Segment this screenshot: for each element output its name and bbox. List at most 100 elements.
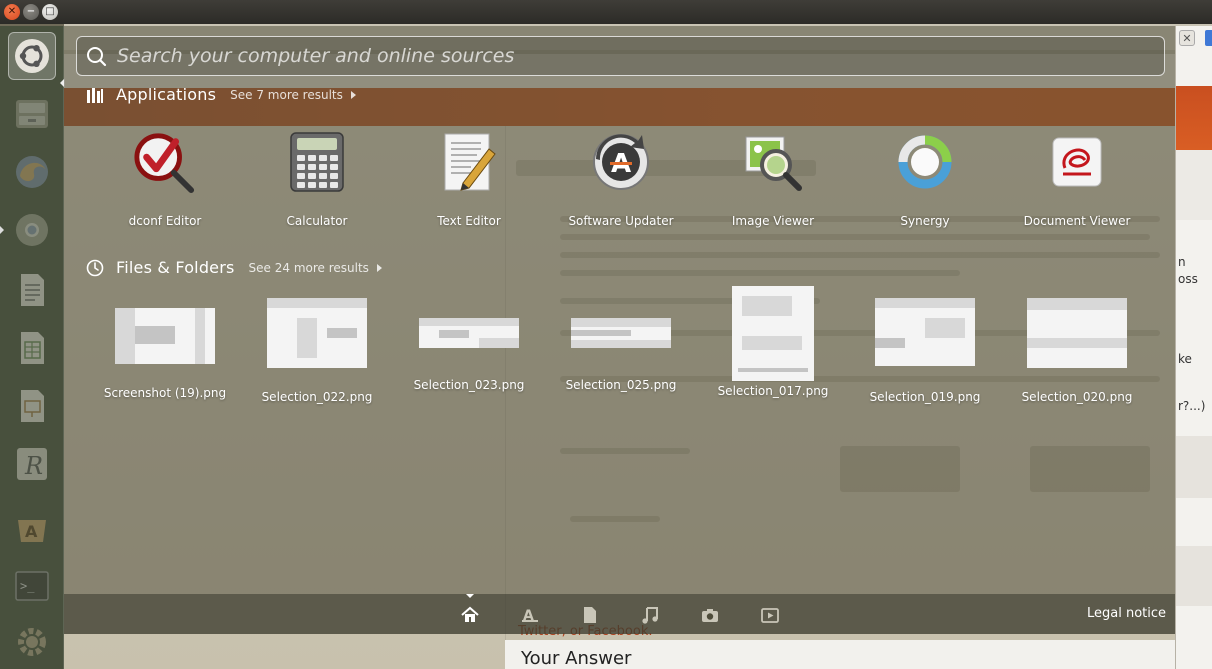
firefox-launcher[interactable] [8, 148, 56, 196]
file-label: Selection_022.png [261, 390, 373, 404]
home-icon [461, 606, 479, 622]
lens-home[interactable] [459, 604, 481, 626]
sidebar-box [1176, 546, 1212, 606]
app-tile-calculator[interactable]: Calculator [241, 130, 393, 228]
applications-category-icon [87, 87, 103, 103]
snippet-text: r?...) [1178, 399, 1206, 413]
document-writer-icon [21, 274, 44, 306]
file-tile[interactable]: Selection_020.png [1001, 298, 1153, 404]
top-panel [0, 0, 1212, 24]
presentation-icon [21, 390, 44, 422]
google-tab-icon[interactable] [1205, 30, 1212, 46]
snippet-text: n [1178, 255, 1186, 269]
app-tile-synergy[interactable]: Synergy [849, 130, 1001, 228]
running-indicator-icon [0, 226, 4, 234]
software-center-launcher[interactable]: A [8, 502, 56, 550]
clock-icon [86, 259, 104, 276]
files-more-link[interactable]: See 24 more results [249, 261, 369, 275]
file-thumbnail [732, 286, 814, 381]
close-window-button[interactable]: ✕ [4, 4, 20, 20]
app-tile-dconf-editor[interactable]: dconf Editor [89, 130, 241, 228]
minimize-window-button[interactable]: − [23, 4, 39, 20]
gear-icon [18, 628, 46, 656]
dconf-editor-icon [133, 130, 197, 194]
ubuntu-logo-icon [15, 39, 49, 73]
software-updater-icon: A [589, 130, 653, 194]
minimize-icon: − [26, 6, 36, 17]
writer-launcher[interactable] [8, 266, 56, 314]
window-controls: ✕ − □ [4, 4, 58, 22]
text-editor-icon [437, 130, 501, 194]
search-input[interactable] [117, 37, 1164, 75]
dash-search-box[interactable] [76, 36, 1165, 76]
file-tile[interactable]: Selection_022.png [241, 298, 393, 404]
answer-heading: Your Answer [521, 648, 632, 669]
terminal-icon: >_ [15, 571, 49, 601]
calc-launcher[interactable] [8, 324, 56, 372]
more-arrow-icon [350, 90, 356, 99]
app-label: Software Updater [568, 214, 674, 228]
impress-launcher[interactable] [8, 382, 56, 430]
file-label: Screenshot (19).png [103, 386, 227, 400]
file-thumbnail [571, 318, 671, 348]
document-viewer-icon [1045, 130, 1109, 194]
sidebar-box [1176, 150, 1212, 220]
legal-notice-link[interactable]: Legal notice [1087, 606, 1166, 621]
camera-icon [702, 609, 718, 622]
file-tile[interactable]: Selection_017.png [697, 286, 849, 398]
file-tile[interactable]: Selection_025.png [545, 300, 697, 392]
video-icon [761, 608, 779, 623]
calculator-icon [285, 130, 349, 194]
file-label: Selection_023.png [413, 378, 525, 392]
active-lens-indicator-icon [466, 594, 474, 598]
applications-title: Applications [116, 85, 217, 104]
files-header: Files & Folders See 24 more results [86, 258, 382, 277]
music-note-icon [642, 607, 658, 624]
lens-music[interactable] [639, 604, 661, 626]
app-tile-software-updater[interactable]: A Software Updater [545, 130, 697, 228]
chrome-launcher[interactable] [8, 206, 56, 254]
file-thumbnail [875, 298, 975, 366]
app-tile-text-editor[interactable]: Text Editor [393, 130, 545, 228]
files-title: Files & Folders [116, 258, 235, 277]
more-arrow-icon [376, 263, 382, 272]
close-icon: ✕ [7, 6, 17, 17]
maximize-window-button[interactable]: □ [42, 4, 58, 20]
app-label: Calculator [286, 214, 348, 228]
svg-text:>_: >_ [20, 579, 35, 593]
tab-close-icon[interactable]: ✕ [1179, 30, 1195, 46]
file-tile[interactable]: Selection_023.png [393, 300, 545, 392]
app-label: Text Editor [437, 214, 501, 228]
file-label: Selection_017.png [717, 384, 829, 398]
app-label: dconf Editor [128, 214, 202, 228]
file-cabinet-icon [16, 100, 48, 128]
snippet-text: oss [1178, 272, 1198, 286]
file-label: Selection_020.png [1021, 390, 1133, 404]
firefox-icon [16, 156, 48, 188]
applications-more-link[interactable]: See 7 more results [230, 88, 343, 102]
svg-text:R: R [24, 452, 43, 480]
lens-video[interactable] [759, 604, 781, 626]
dash-home-button[interactable] [8, 32, 56, 80]
files-launcher[interactable] [8, 90, 56, 138]
file-tile[interactable]: Selection_019.png [849, 298, 1001, 404]
lens-files[interactable] [579, 604, 601, 626]
lens-photos[interactable] [699, 604, 721, 626]
app-tile-image-viewer[interactable]: Image Viewer [697, 130, 849, 228]
file-thumbnail [1027, 298, 1127, 368]
lens-applications[interactable]: A [519, 604, 541, 626]
file-tile[interactable]: Screenshot (19).png [89, 300, 241, 400]
maximize-icon: □ [45, 6, 55, 17]
app-tile-document-viewer[interactable]: Document Viewer [1001, 130, 1153, 228]
launcher: R A >_ [0, 26, 65, 669]
spreadsheet-icon [21, 332, 44, 364]
file-label: Selection_025.png [565, 378, 677, 392]
file-thumbnail [419, 318, 519, 348]
applications-lens-icon: A [522, 608, 538, 624]
file-label: Selection_019.png [869, 390, 981, 404]
terminal-launcher[interactable]: >_ [8, 562, 56, 610]
rstudio-launcher[interactable]: R [8, 440, 56, 488]
file-thumbnail [115, 308, 215, 364]
search-icon [77, 36, 117, 76]
synergy-icon [893, 130, 957, 194]
